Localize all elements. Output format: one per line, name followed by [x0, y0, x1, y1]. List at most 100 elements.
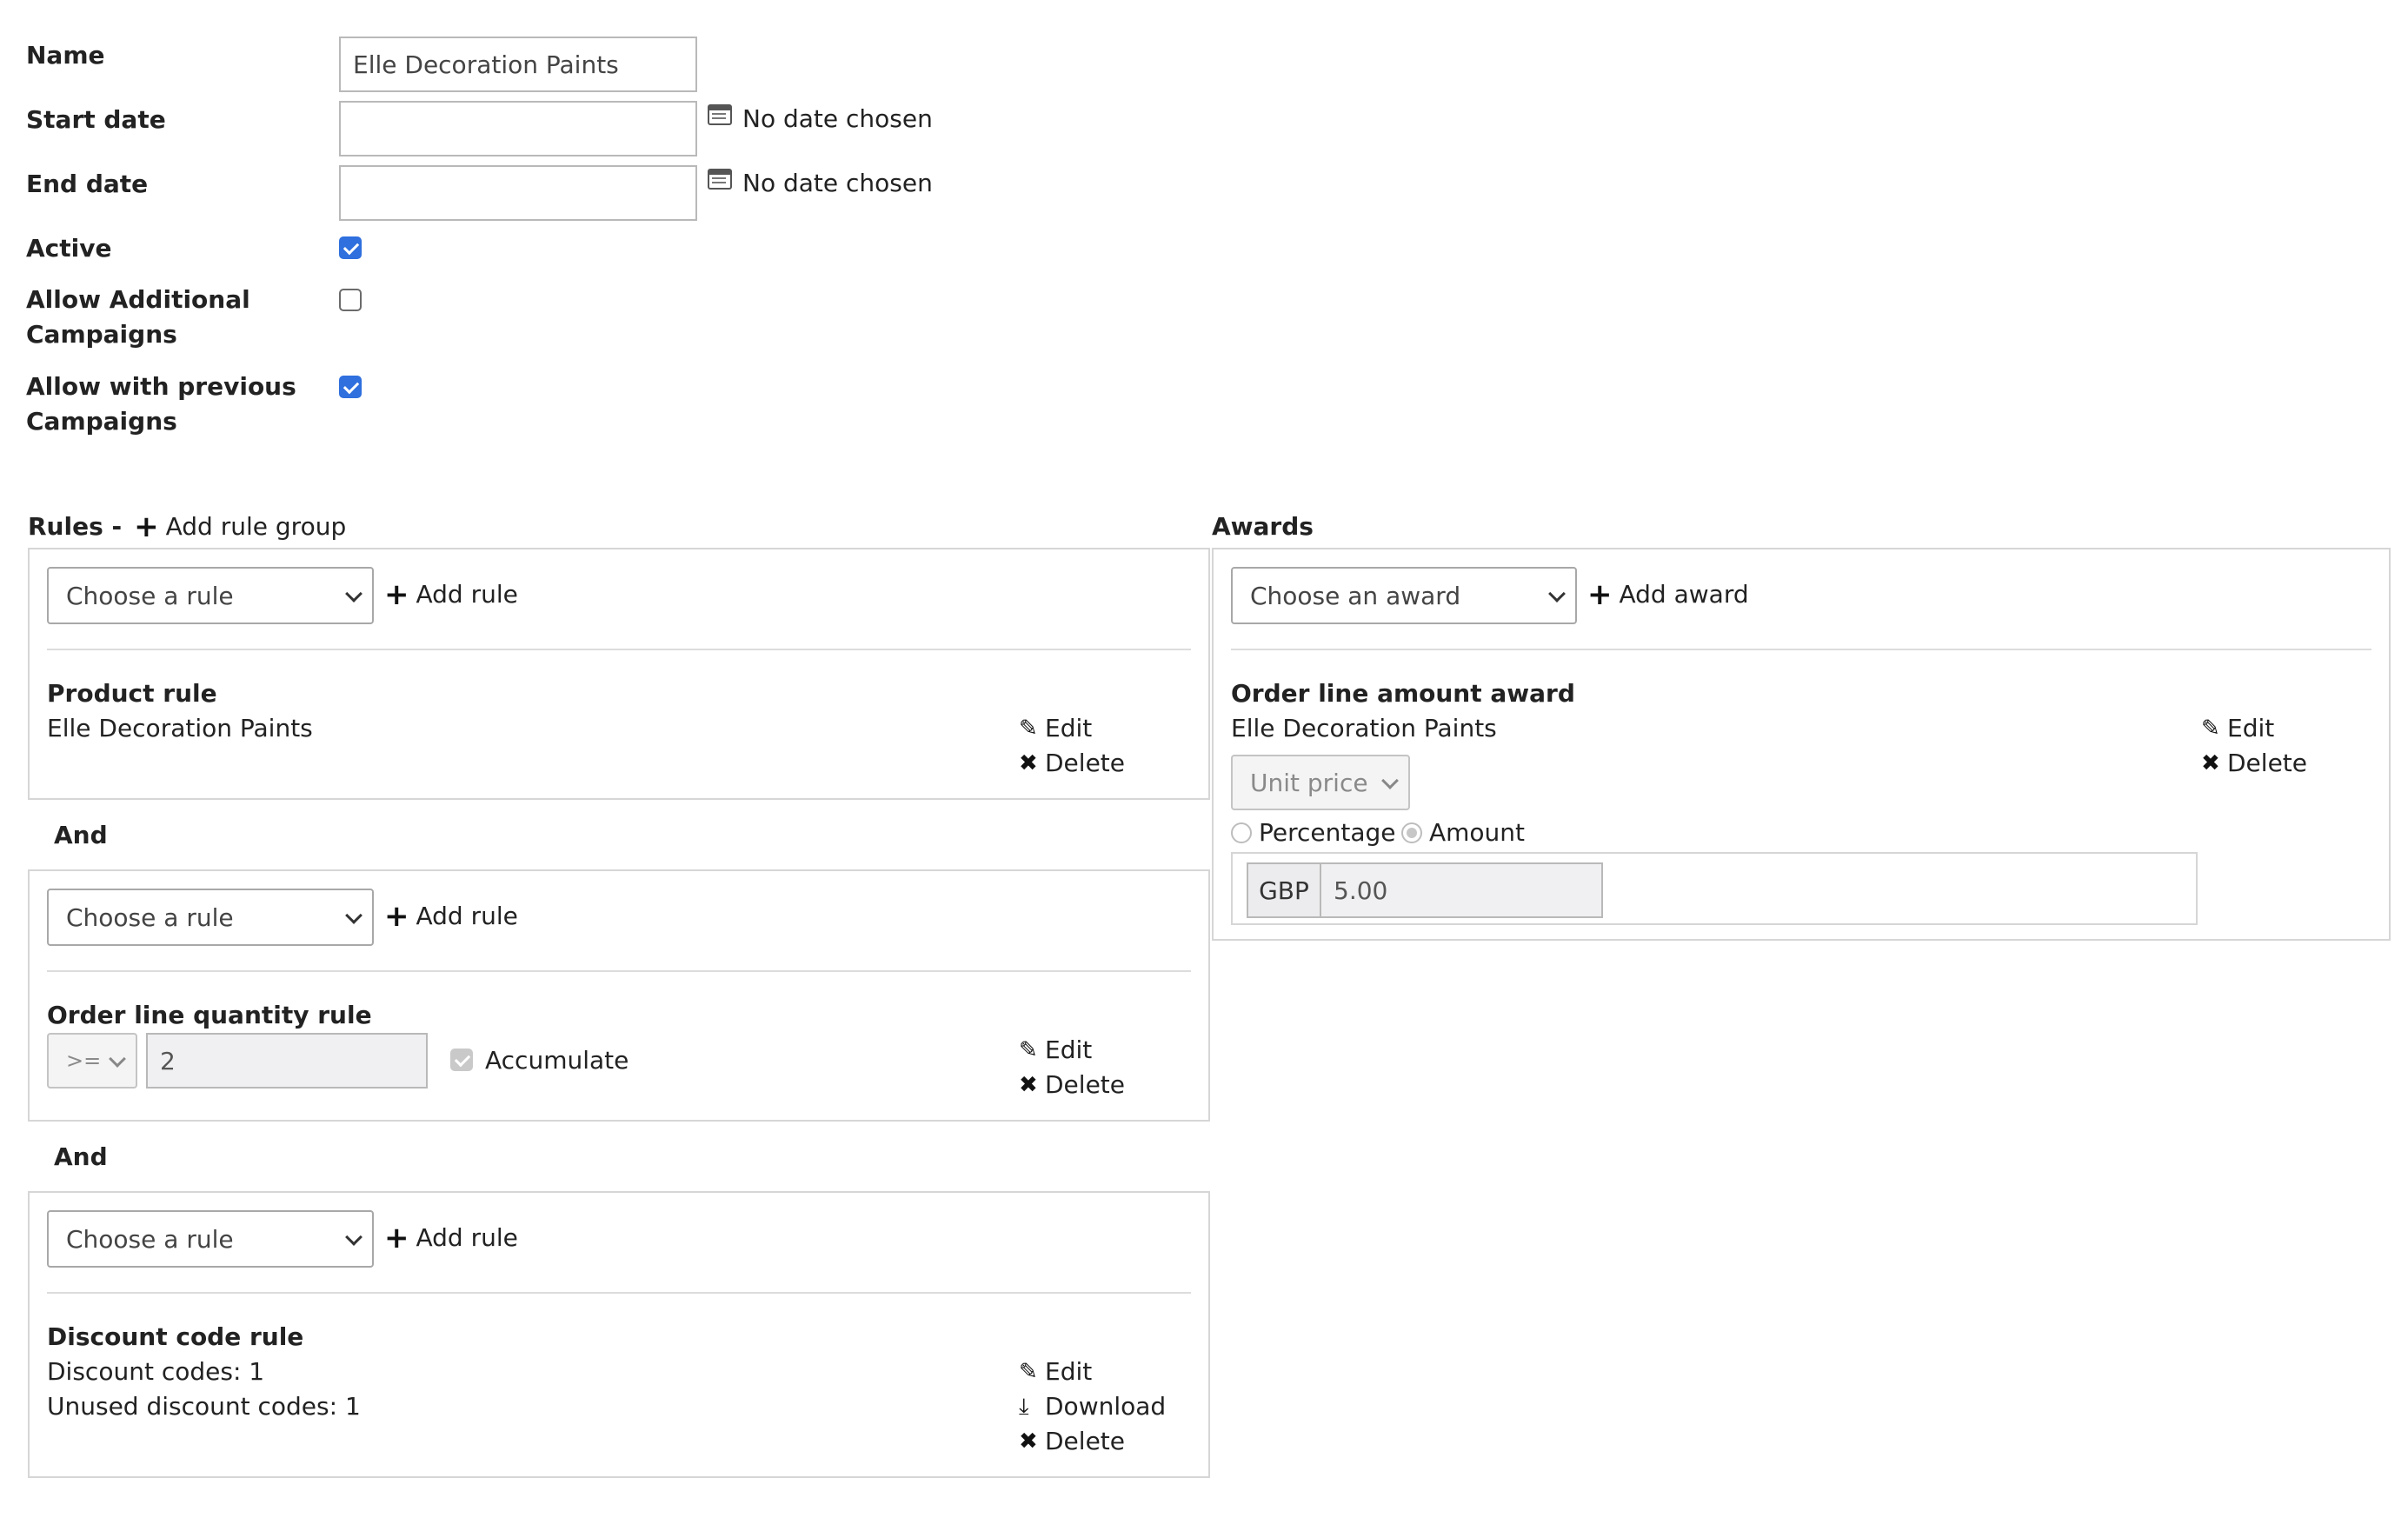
chevron-down-icon [345, 907, 363, 924]
delete-label: Delete [1045, 1427, 1125, 1455]
chevron-down-icon [1381, 772, 1399, 789]
start-date-status: No date chosen [742, 104, 933, 133]
delete-link[interactable]: ✖ Delete [2201, 746, 2307, 781]
divider [47, 1292, 1191, 1294]
rule-title: Order line quantity rule [47, 1001, 372, 1029]
awards-heading: Awards [1212, 512, 1314, 541]
name-input[interactable] [339, 37, 697, 92]
rule-group-1: Choose a rule + Add rule Product rule El… [28, 548, 1210, 800]
award-detail: Elle Decoration Paints [1231, 714, 1497, 742]
add-rule-group-link[interactable]: + Add rule group [134, 509, 346, 544]
calendar-icon[interactable] [708, 104, 732, 125]
allow-previous-checkbox[interactable] [339, 376, 362, 398]
chevron-down-icon [345, 585, 363, 603]
edit-label: Edit [2227, 714, 2275, 742]
accumulate-checkbox[interactable] [450, 1049, 473, 1071]
rule-title: Discount code rule [47, 1322, 304, 1351]
close-icon: ✖ [1019, 750, 1038, 776]
amount-radio[interactable] [1401, 822, 1422, 843]
download-link[interactable]: ⤓ Download [1019, 1389, 1166, 1424]
choose-rule-select-value: Choose a rule [66, 1224, 234, 1254]
unused-discount-codes-count: Unused discount codes: 1 [47, 1392, 361, 1421]
currency-addon: GBP [1247, 862, 1321, 918]
amount-input[interactable] [1320, 862, 1603, 918]
quantity-input[interactable] [146, 1033, 428, 1089]
delete-link[interactable]: ✖ Delete [1019, 1068, 1125, 1102]
delete-link[interactable]: ✖ Delete [1019, 746, 1125, 781]
edit-link[interactable]: ✎ Edit [1019, 711, 1092, 746]
plus-icon: + [1587, 577, 1613, 612]
allow-additional-label-line2: Campaigns [26, 320, 177, 349]
pencil-icon: ✎ [1019, 716, 1038, 742]
add-award-label: Add award [1619, 580, 1749, 609]
discount-codes-count: Discount codes: 1 [47, 1357, 265, 1386]
allow-previous-label-line2: Campaigns [26, 407, 177, 436]
allow-additional-label-line1: Allow Additional [26, 285, 250, 314]
edit-link[interactable]: ✎ Edit [2201, 711, 2274, 746]
unit-price-select-value: Unit price [1250, 768, 1368, 797]
amount-label: Amount [1429, 818, 1526, 847]
pencil-icon: ✎ [1019, 1037, 1038, 1063]
choose-rule-select[interactable]: Choose a rule [47, 567, 374, 624]
rule-detail: Elle Decoration Paints [47, 714, 313, 742]
chevron-down-icon [1548, 585, 1566, 603]
close-icon: ✖ [1019, 1428, 1038, 1455]
pencil-icon: ✎ [2201, 716, 2220, 742]
download-icon: ⤓ [1019, 1394, 1029, 1420]
plus-icon: + [134, 509, 159, 544]
rule-group-3: Choose a rule + Add rule Discount code r… [28, 1191, 1210, 1478]
add-rule-group-label: Add rule group [165, 512, 347, 541]
start-date-input[interactable] [339, 101, 697, 156]
calendar-icon[interactable] [708, 169, 732, 190]
edit-link[interactable]: ✎ Edit [1019, 1033, 1092, 1068]
plus-icon: + [384, 899, 409, 934]
close-icon: ✖ [1019, 1072, 1038, 1098]
choose-award-select-value: Choose an award [1250, 581, 1461, 610]
allow-additional-checkbox[interactable] [339, 289, 362, 311]
delete-label: Delete [2227, 749, 2307, 777]
add-rule-label: Add rule [416, 902, 518, 930]
delete-label: Delete [1045, 1070, 1125, 1099]
delete-label: Delete [1045, 749, 1125, 777]
unit-price-select[interactable]: Unit price [1231, 755, 1410, 810]
active-checkbox[interactable] [339, 236, 362, 259]
add-award-link[interactable]: + Add award [1587, 577, 1749, 612]
plus-icon: + [384, 1221, 409, 1255]
award-title: Order line amount award [1231, 679, 1575, 708]
name-label: Name [26, 41, 105, 70]
pencil-icon: ✎ [1019, 1359, 1038, 1385]
choose-rule-select[interactable]: Choose a rule [47, 889, 374, 946]
end-date-input[interactable] [339, 165, 697, 221]
download-label: Download [1045, 1392, 1167, 1421]
rules-heading: Rules - [28, 512, 123, 541]
plus-icon: + [384, 577, 409, 612]
edit-label: Edit [1045, 1357, 1093, 1386]
edit-link[interactable]: ✎ Edit [1019, 1355, 1092, 1389]
choose-rule-select-value: Choose a rule [66, 581, 234, 610]
end-date-status: No date chosen [742, 169, 933, 197]
rule-title: Product rule [47, 679, 217, 708]
rule-group-2: Choose a rule + Add rule Order line quan… [28, 869, 1210, 1122]
delete-link[interactable]: ✖ Delete [1019, 1424, 1125, 1459]
active-label: Active [26, 234, 112, 263]
add-rule-label: Add rule [416, 580, 518, 609]
chevron-down-icon [109, 1050, 126, 1068]
percentage-radio[interactable] [1231, 822, 1252, 843]
allow-previous-label-line1: Allow with previous [26, 372, 296, 401]
operator-select-value: >= [66, 1049, 102, 1073]
rules-header: Rules - + Add rule group [28, 509, 346, 544]
divider [47, 649, 1191, 650]
percentage-label: Percentage [1259, 818, 1396, 847]
choose-award-select[interactable]: Choose an award [1231, 567, 1577, 624]
add-rule-link[interactable]: + Add rule [384, 577, 518, 612]
and-label: And [54, 1142, 108, 1171]
choose-rule-select[interactable]: Choose a rule [47, 1210, 374, 1268]
chevron-down-icon [345, 1228, 363, 1246]
amount-group: GBP [1231, 852, 2198, 925]
accumulate-label: Accumulate [485, 1046, 629, 1075]
close-icon: ✖ [2201, 750, 2220, 776]
start-date-label: Start date [26, 105, 166, 134]
add-rule-link[interactable]: + Add rule [384, 899, 518, 934]
add-rule-link[interactable]: + Add rule [384, 1221, 518, 1255]
operator-select[interactable]: >= [47, 1033, 137, 1089]
